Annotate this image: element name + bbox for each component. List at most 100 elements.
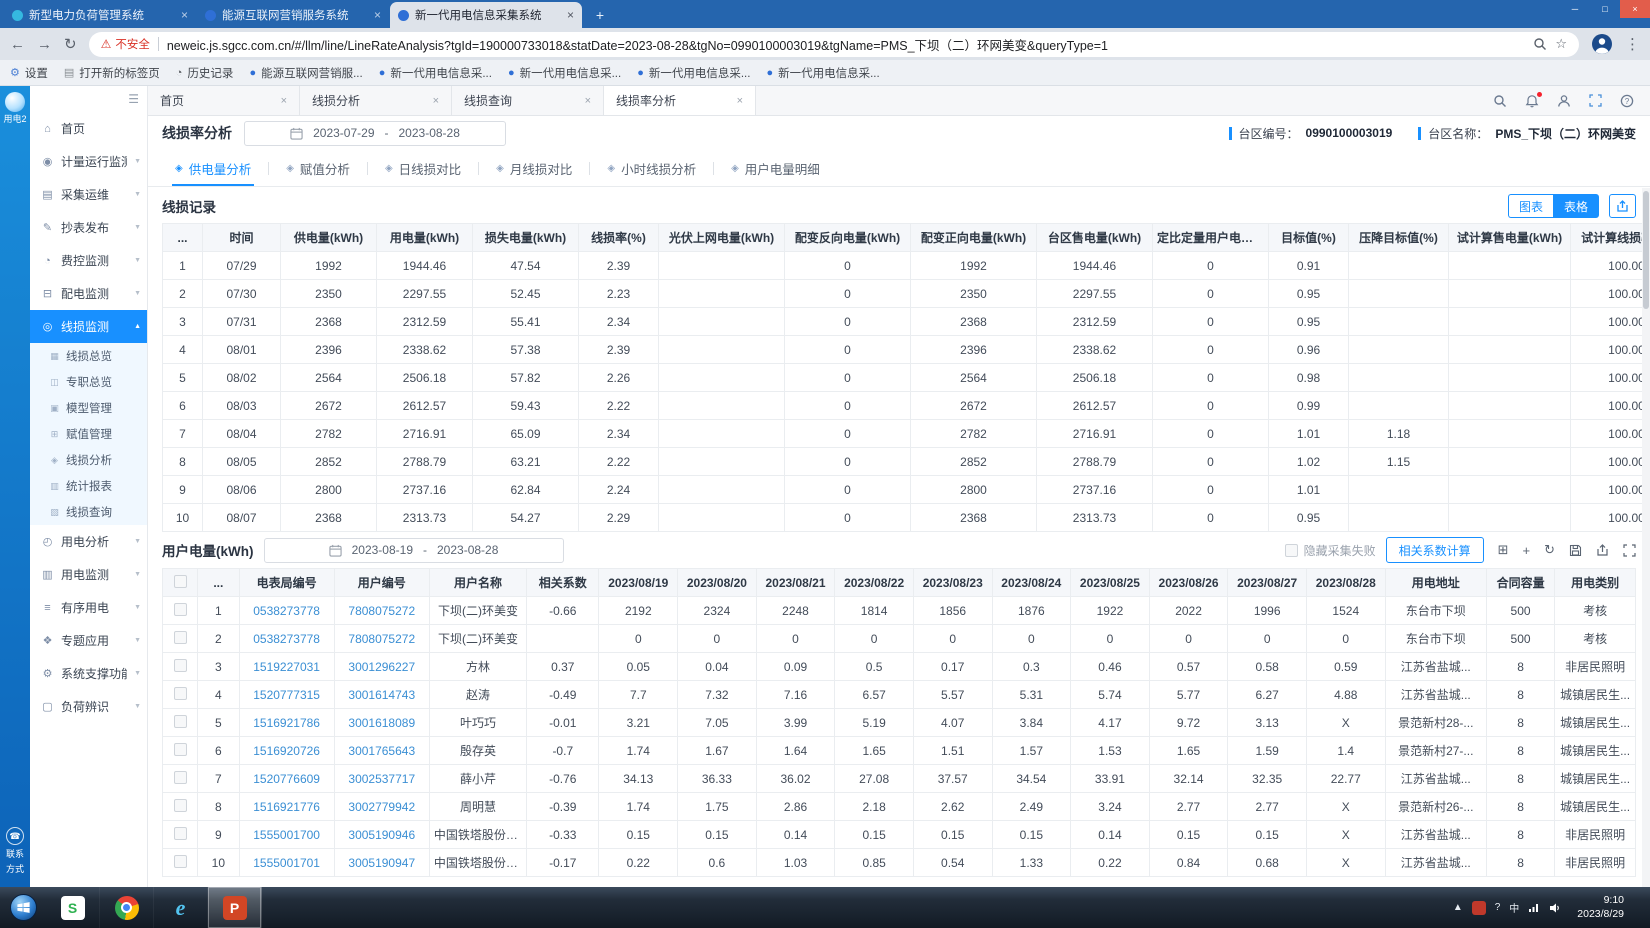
bookmark-item[interactable]: ●新一代用电信息采... (637, 65, 750, 81)
ime-icon[interactable]: 中 (1509, 900, 1519, 915)
back-icon[interactable]: ← (10, 36, 25, 53)
tray-expand-icon[interactable]: ▲ (1453, 902, 1463, 913)
cell-link[interactable]: 3002779942 (348, 800, 415, 814)
nav-tab-3[interactable]: 线损率分析× (604, 86, 756, 115)
column-header[interactable]: 合同容量 (1486, 569, 1554, 597)
subtab-0[interactable]: ◈供电量分析 (158, 150, 268, 186)
checkbox[interactable] (174, 771, 187, 784)
table-row[interactable]: 1015550017013005190947中国铁塔股份有限...-0.170.… (163, 849, 1636, 877)
tab-close-icon[interactable]: × (374, 8, 381, 22)
bell-icon[interactable] (1525, 94, 1539, 108)
select-all-header[interactable] (163, 569, 198, 597)
column-header[interactable]: 电表局编号 (239, 569, 334, 597)
table-row[interactable]: 915550017003005190946中国铁塔股份有限...-0.330.1… (163, 821, 1636, 849)
column-header[interactable]: 配变正向电量(kWh) (911, 224, 1037, 252)
table-view-button[interactable]: 表格 (1553, 194, 1599, 218)
checkbox[interactable] (174, 799, 187, 812)
sidebar-subitem-5[interactable]: ▥统计报表 (30, 473, 147, 499)
row-select-cell[interactable] (163, 625, 198, 653)
subtab-5[interactable]: ◈用户电量明细 (714, 150, 837, 186)
column-header[interactable]: 2023/08/24 (992, 569, 1071, 597)
sidebar-subitem-1[interactable]: ◫专职总览 (30, 369, 147, 395)
column-settings-icon[interactable]: ⊞ (1498, 542, 1509, 558)
nav-tab-1[interactable]: 线损分析× (300, 86, 452, 115)
column-header[interactable]: 2023/08/28 (1306, 569, 1385, 597)
column-header[interactable]: 2023/08/20 (678, 569, 757, 597)
row-select-cell[interactable] (163, 765, 198, 793)
cell-link[interactable]: 1555001701 (253, 856, 320, 870)
user-icon[interactable] (1557, 94, 1571, 108)
export-icon[interactable] (1596, 544, 1609, 557)
column-header[interactable]: 损失电量(kWh) (473, 224, 579, 252)
date-range-picker[interactable]: 2023-07-29 - 2023-08-28 (244, 121, 506, 146)
bookmark-item[interactable]: ●能源互联网营销服... (249, 65, 362, 81)
taskbar-app-s-app[interactable]: S (46, 887, 100, 928)
security-warning[interactable]: ⚠ 不安全 (101, 36, 150, 52)
sidebar-item-10[interactable]: ❖专题应用▼ (30, 624, 147, 657)
taskbar-clock[interactable]: 9:10 2023/8/29 (1571, 894, 1630, 921)
column-header[interactable]: 台区售电量(kWh) (1037, 224, 1153, 252)
column-header[interactable]: 配变反向电量(kWh) (785, 224, 911, 252)
sidebar-item-8[interactable]: ▥用电监测▼ (30, 558, 147, 591)
sidebar-item-1[interactable]: ◉计量运行监测▼ (30, 145, 147, 178)
column-header[interactable]: ... (198, 569, 239, 597)
close-window-button[interactable]: × (1620, 0, 1650, 18)
column-header[interactable]: 供电量(kWh) (281, 224, 377, 252)
bookmark-item[interactable]: ●新一代用电信息采... (766, 65, 879, 81)
column-header[interactable]: 2023/08/26 (1149, 569, 1228, 597)
sidebar-subitem-4[interactable]: ◈线损分析 (30, 447, 147, 473)
maximize-button[interactable]: □ (1590, 0, 1620, 18)
column-header[interactable]: 定比定量用户电量(... (1153, 224, 1269, 252)
table-row[interactable]: 107/2919921944.4647.542.39019921944.4600… (163, 252, 1650, 280)
tab-close-icon[interactable]: × (433, 95, 439, 107)
table-row[interactable]: 808/0528522788.7963.212.22028522788.7901… (163, 448, 1650, 476)
date-range-picker[interactable]: 2023-08-19 - 2023-08-28 (264, 538, 564, 563)
cell-link[interactable]: 1520777315 (253, 688, 320, 702)
cell-link[interactable]: 3002537717 (348, 772, 415, 786)
sidebar-item-3[interactable]: ✎抄表发布▼ (30, 211, 147, 244)
network-icon[interactable] (1528, 902, 1540, 913)
nav-tab-2[interactable]: 线损查询× (452, 86, 604, 115)
row-select-cell[interactable] (163, 849, 198, 877)
sidebar-subitem-0[interactable]: ▦线损总览 (30, 343, 147, 369)
table-row[interactable]: 508/0225642506.1857.822.26025642506.1800… (163, 364, 1650, 392)
table-row[interactable]: 815169217763002779942周明慧-0.391.741.752.8… (163, 793, 1636, 821)
row-select-cell[interactable] (163, 821, 198, 849)
subtab-4[interactable]: ◈小时线损分析 (590, 150, 713, 186)
cell-link[interactable]: 1516921786 (253, 716, 320, 730)
cell-link[interactable]: 0538273778 (253, 632, 320, 646)
cell-link[interactable]: 3001765643 (348, 744, 415, 758)
table-row[interactable]: 315192270313001296227方林0.370.050.040.090… (163, 653, 1636, 681)
nav-tab-0[interactable]: 首页× (148, 86, 300, 115)
sidebar-item-4[interactable]: ◔费控监测▼ (30, 244, 147, 277)
cell-link[interactable]: 3001614743 (348, 688, 415, 702)
table-row[interactable]: 908/0628002737.1662.842.24028002737.1601… (163, 476, 1650, 504)
subtab-3[interactable]: ◈月线损对比 (479, 150, 589, 186)
cell-link[interactable]: 3001296227 (348, 660, 415, 674)
search-icon[interactable] (1493, 94, 1507, 108)
tray-help-icon[interactable]: ? (1495, 902, 1501, 913)
hide-failed-toggle[interactable]: 隐藏采集失败 (1285, 542, 1376, 559)
export-icon[interactable] (1609, 194, 1636, 218)
browser-menu-icon[interactable]: ⋮ (1625, 35, 1640, 53)
column-header[interactable]: 目标值(%) (1269, 224, 1349, 252)
url-box[interactable]: ⚠ 不安全 neweic.js.sgcc.com.cn/#/llm/line/L… (89, 32, 1579, 57)
cell-link[interactable]: 3001618089 (348, 716, 415, 730)
cell-link[interactable]: 1555001700 (253, 828, 320, 842)
subtab-1[interactable]: ◈赋值分析 (269, 150, 367, 186)
start-button[interactable] (0, 887, 46, 928)
checkbox[interactable] (174, 855, 187, 868)
correlation-calc-button[interactable]: 相关系数计算 (1386, 537, 1484, 563)
column-header[interactable]: 2023/08/25 (1071, 569, 1150, 597)
column-header[interactable]: 线损率(%) (579, 224, 659, 252)
tray-app-icon[interactable] (1472, 901, 1486, 915)
date-start-value[interactable]: 2023-07-29 (313, 126, 374, 140)
cell-link[interactable]: 7808075272 (348, 632, 415, 646)
date-start-value[interactable]: 2023-08-19 (352, 543, 413, 557)
cell-link[interactable]: 3005190946 (348, 828, 415, 842)
tab-close-icon[interactable]: × (181, 8, 188, 22)
checkbox[interactable] (174, 715, 187, 728)
sidebar-item-7[interactable]: ◴用电分析▼ (30, 525, 147, 558)
checkbox[interactable] (174, 631, 187, 644)
checkbox[interactable] (174, 827, 187, 840)
